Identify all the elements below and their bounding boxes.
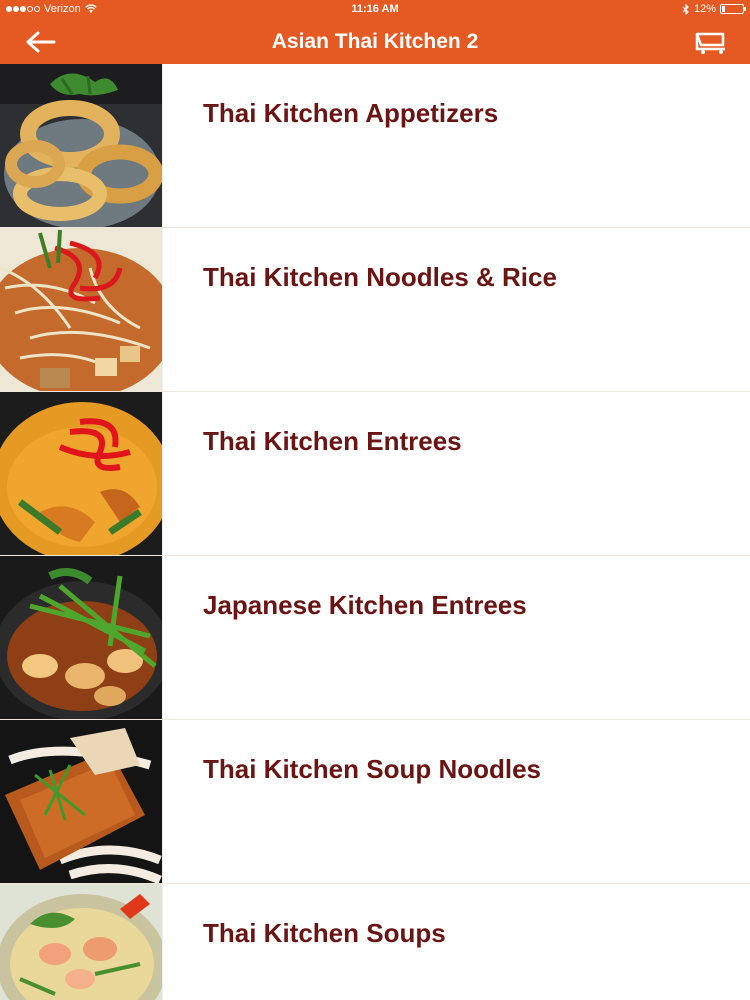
- menu-item-label: Thai Kitchen Appetizers: [203, 98, 499, 128]
- menu-item-label: Thai Kitchen Soups: [203, 918, 446, 948]
- curry-image: [0, 392, 162, 555]
- shrimp-dish-image: [0, 556, 162, 719]
- status-right: 12%: [682, 3, 746, 15]
- tom-yum-soup-image: [0, 884, 162, 1000]
- menu-item-label: Thai Kitchen Noodles & Rice: [203, 262, 557, 292]
- pad-thai-image: [0, 228, 162, 391]
- battery-icon: [720, 4, 746, 14]
- menu-category-list: Thai Kitchen Appetizers Thai Kitchen Noo…: [0, 64, 750, 1000]
- appetizers-photo: [0, 64, 163, 227]
- menu-item-thai-kitchen-noodles-rice[interactable]: Thai Kitchen Noodles & Rice: [0, 228, 750, 392]
- noodles-rice-photo: [0, 228, 163, 391]
- entrees-photo: [0, 392, 163, 555]
- status-time: 11:16 AM: [351, 3, 399, 15]
- menu-item-thai-kitchen-soups[interactable]: Thai Kitchen Soups: [0, 884, 750, 1000]
- menu-item-label: Thai Kitchen Entrees: [203, 426, 462, 456]
- calamari-image: [0, 64, 162, 227]
- japanese-entrees-photo: [0, 556, 163, 719]
- menu-item-label: Japanese Kitchen Entrees: [203, 590, 527, 620]
- bluetooth-icon: [682, 3, 689, 15]
- battery-level: [722, 6, 725, 12]
- menu-item-thai-kitchen-entrees[interactable]: Thai Kitchen Entrees: [0, 392, 750, 556]
- katsu-noodle-image: [0, 720, 162, 883]
- soups-photo: [0, 884, 163, 1000]
- menu-item-label: Thai Kitchen Soup Noodles: [203, 754, 542, 784]
- cart-icon: [695, 32, 725, 54]
- soup-noodles-photo: [0, 720, 163, 883]
- menu-item-thai-kitchen-appetizers[interactable]: Thai Kitchen Appetizers: [0, 64, 750, 228]
- battery-percent: 12%: [693, 3, 716, 15]
- menu-item-japanese-kitchen-entrees[interactable]: Japanese Kitchen Entrees: [0, 556, 750, 720]
- status-bar: Verizon 11:16 AM 12%: [0, 0, 750, 20]
- page-title: Asian Thai Kitchen 2: [271, 30, 479, 53]
- navigation-bar: Asian Thai Kitchen 2: [0, 20, 750, 64]
- cart-button[interactable]: [694, 28, 728, 56]
- menu-item-thai-kitchen-soup-noodles[interactable]: Thai Kitchen Soup Noodles: [0, 720, 750, 884]
